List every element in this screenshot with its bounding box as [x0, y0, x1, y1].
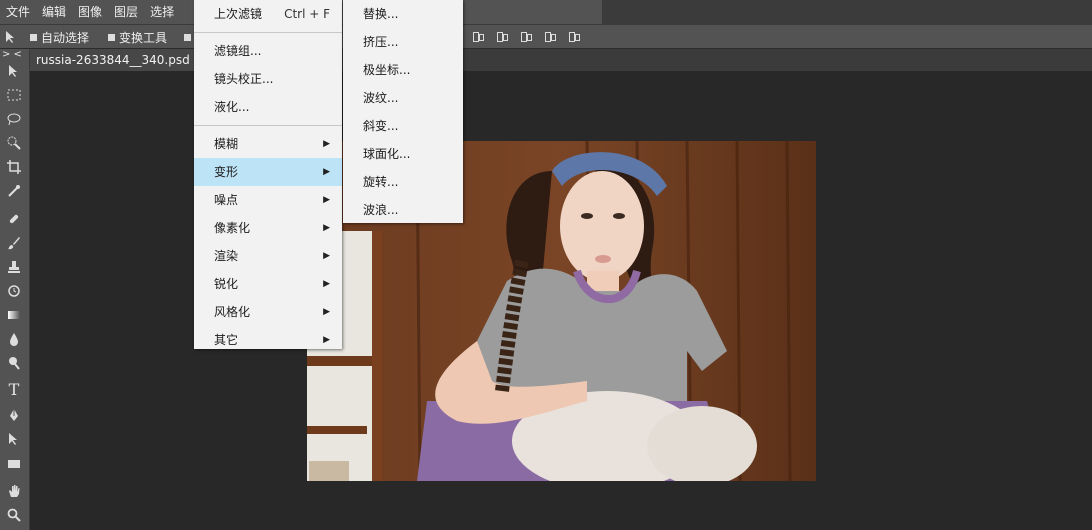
hand-tool-icon[interactable] [4, 481, 24, 501]
options-bar: 自动选择 变换工具 [0, 25, 1092, 49]
menu-item-liquify[interactable]: 液化... [194, 93, 342, 121]
menu-item-lens-correction[interactable]: 镜头校正... [194, 65, 342, 93]
move-arrow-icon [6, 31, 14, 43]
checkbox-icon [108, 33, 115, 41]
submenu-item-pinch[interactable]: 挤压... [343, 28, 463, 56]
crop-tool-icon[interactable] [4, 157, 24, 177]
align-left-icon[interactable] [542, 30, 556, 42]
tools-panel: > < T [0, 49, 30, 530]
twirl-label: 旋转... [363, 175, 399, 189]
menu-separator [194, 32, 342, 33]
menu-item-distort[interactable]: 变形 ▶ [194, 158, 342, 186]
healing-brush-tool-icon[interactable] [4, 209, 24, 229]
rectangle-tool-icon[interactable] [4, 454, 24, 474]
submenu-item-displace[interactable]: 替换... [343, 0, 463, 28]
auto-select-label: 自动选择 [41, 30, 90, 45]
menu-select[interactable]: 选择 [144, 0, 180, 25]
eyedropper-tool-icon[interactable] [4, 181, 24, 201]
align-buttons [470, 30, 580, 42]
menu-item-render[interactable]: 渲染 ▶ [194, 242, 342, 270]
auto-select-checkbox[interactable]: 自动选择 [30, 25, 89, 49]
last-filter-shortcut: Ctrl + F [284, 7, 330, 21]
zoom-tool-icon[interactable] [4, 505, 24, 525]
gradient-tool-icon[interactable] [4, 305, 24, 325]
menu-image[interactable]: 图像 [72, 0, 108, 25]
submenu-item-spherize[interactable]: 球面化... [343, 140, 463, 168]
menu-item-pixelate[interactable]: 像素化 ▶ [194, 214, 342, 242]
blur-tool-icon[interactable] [4, 329, 24, 349]
move-tool-preset[interactable] [4, 25, 18, 49]
shear-label: 斜变... [363, 119, 399, 133]
align-hcenter-icon[interactable] [566, 30, 580, 42]
submenu-arrow-icon: ▶ [323, 167, 330, 177]
lens-correction-label: 镜头校正... [214, 72, 274, 86]
checkbox-icon [184, 33, 191, 41]
submenu-item-twirl[interactable]: 旋转... [343, 168, 463, 196]
displace-label: 替换... [363, 7, 399, 21]
last-filter-label: 上次滤镜 [214, 7, 263, 21]
align-vcenter-icon[interactable] [494, 30, 508, 42]
menu-separator [194, 125, 342, 126]
pen-tool-icon[interactable] [4, 405, 24, 425]
submenu-arrow-icon: ▶ [323, 195, 330, 205]
align-top-icon[interactable] [470, 30, 484, 42]
submenu-item-wave[interactable]: 波浪... [343, 196, 463, 224]
polar-coordinates-label: 极坐标... [363, 63, 411, 77]
document-tab-bar: russia-2633844__340.psd * [30, 49, 1092, 89]
spherize-label: 球面化... [363, 147, 411, 161]
menu-file[interactable]: 文件 [0, 0, 36, 25]
menu-item-stylize[interactable]: 风格化 ▶ [194, 298, 342, 326]
submenu-item-ripple[interactable]: 波纹... [343, 84, 463, 112]
stamp-tool-icon[interactable] [4, 257, 24, 277]
submenu-arrow-icon: ▶ [323, 307, 330, 317]
transform-controls-checkbox[interactable]: 变换工具 [108, 25, 167, 49]
menu-item-filter-gallery[interactable]: 滤镜组... [194, 37, 342, 65]
history-brush-tool-icon[interactable] [4, 281, 24, 301]
stylize-label: 风格化 [214, 305, 251, 319]
move-tool-icon[interactable] [4, 61, 24, 81]
sharpen-label: 锐化 [214, 277, 239, 291]
submenu-arrow-icon: ▶ [323, 139, 330, 149]
type-tool-icon[interactable]: T [4, 379, 24, 399]
submenu-item-polar-coordinates[interactable]: 极坐标... [343, 56, 463, 84]
menu-edit[interactable]: 编辑 [36, 0, 72, 25]
toolbar-collapse[interactable]: > < [2, 49, 22, 60]
align-bottom-icon[interactable] [518, 30, 532, 42]
menu-item-other[interactable]: 其它 ▶ [194, 326, 342, 354]
marquee-tool-icon[interactable] [4, 85, 24, 105]
submenu-item-shear[interactable]: 斜变... [343, 112, 463, 140]
liquify-label: 液化... [214, 100, 250, 114]
filter-menu: 上次滤镜 Ctrl + F 滤镜组... 镜头校正... 液化... 模糊 ▶ 变… [194, 0, 342, 349]
menu-item-last-filter[interactable]: 上次滤镜 Ctrl + F [194, 0, 342, 28]
pixelate-label: 像素化 [214, 221, 251, 235]
submenu-arrow-icon: ▶ [323, 251, 330, 261]
ripple-label: 波纹... [363, 91, 399, 105]
checkbox-icon [30, 33, 37, 41]
menu-item-sharpen[interactable]: 锐化 ▶ [194, 270, 342, 298]
distort-submenu: 替换... 挤压... 极坐标... 波纹... 斜变... 球面化... 旋转… [343, 0, 463, 223]
filter-gallery-label: 滤镜组... [214, 44, 262, 58]
path-select-tool-icon[interactable] [4, 429, 24, 449]
wave-label: 波浪... [363, 203, 399, 217]
quick-select-tool-icon[interactable] [4, 133, 24, 153]
distort-label: 变形 [214, 165, 239, 179]
pinch-label: 挤压... [363, 35, 399, 49]
lasso-tool-icon[interactable] [4, 109, 24, 129]
dodge-tool-icon[interactable] [4, 353, 24, 373]
submenu-arrow-icon: ▶ [323, 335, 330, 345]
document-tab[interactable]: russia-2633844__340.psd * [30, 49, 200, 89]
submenu-arrow-icon: ▶ [323, 279, 330, 289]
submenu-arrow-icon: ▶ [323, 223, 330, 233]
noise-label: 噪点 [214, 193, 239, 207]
menu-item-noise[interactable]: 噪点 ▶ [194, 186, 342, 214]
menu-bar-spacer [602, 0, 1092, 25]
options-partial-checkbox[interactable] [184, 25, 191, 49]
render-label: 渲染 [214, 249, 239, 263]
menu-layer[interactable]: 图层 [108, 0, 144, 25]
other-label: 其它 [214, 333, 239, 347]
transform-label: 变换工具 [119, 30, 168, 45]
menu-item-blur[interactable]: 模糊 ▶ [194, 130, 342, 158]
blur-label: 模糊 [214, 137, 239, 151]
brush-tool-icon[interactable] [4, 233, 24, 253]
